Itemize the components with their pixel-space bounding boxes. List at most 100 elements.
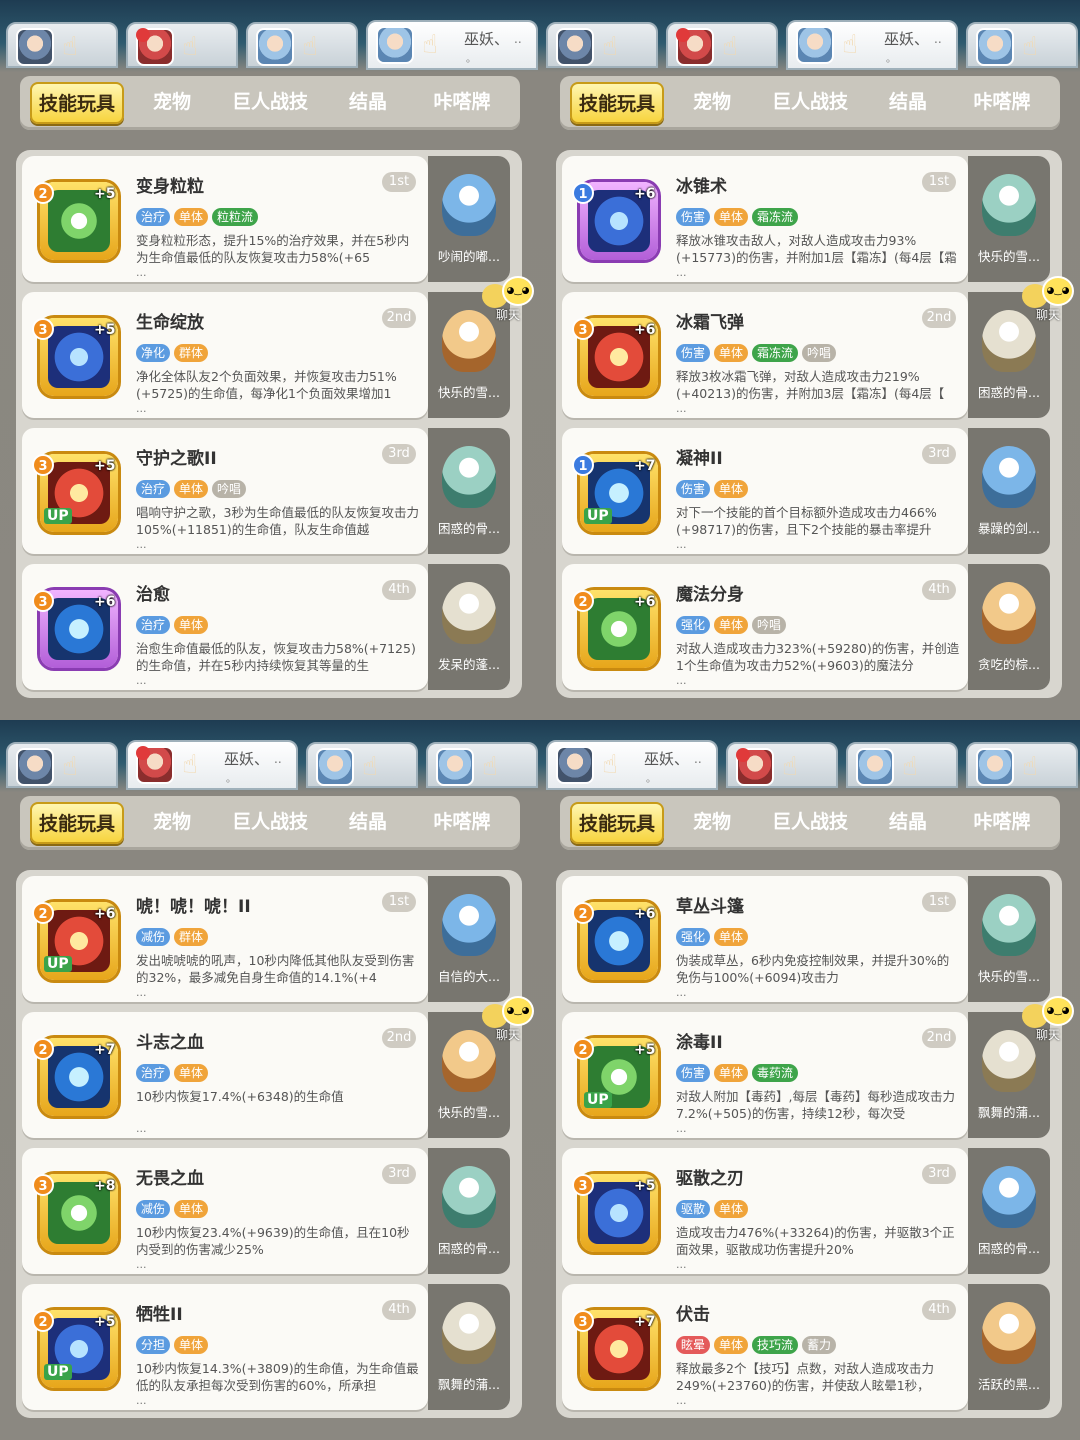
character-tab[interactable]: ☝ (546, 22, 658, 68)
pet-slot[interactable]: 暴躁的剑... (968, 428, 1050, 554)
skill-card[interactable]: 3 +5 驱散之刃 3rd 驱散 单体 造成攻击力476%(+33264)的伤害，并驱散3个… (562, 1148, 968, 1274)
nav-tab-card[interactable]: 咔嗒牌 (956, 796, 1048, 850)
skill-tag: 粒粒流 (212, 208, 259, 226)
chat-button[interactable]: ◕‿◕ 聊天 (470, 276, 534, 322)
character-tab[interactable]: ☝ 巫妖、.. 。 (366, 20, 538, 70)
skill-card[interactable]: 2 +6 草丛斗篷 1st 强化 单体 伪装成草丛，6秒内免疫控制效果，并提升30%的免伤与… (562, 876, 968, 1002)
notification-dot (736, 748, 750, 762)
nav-tab-pets[interactable]: 宠物 (132, 76, 212, 130)
nav-tab-giant-skills[interactable]: 巨人战技 (758, 76, 862, 130)
skill-card[interactable]: 2 +6 UP 唬！唬！唬！II 1st 减伤 群体 发出唬唬唬的吼声，10秒内降低其他队友受… (22, 876, 428, 1002)
pet-slot[interactable]: 困惑的骨... (428, 1148, 510, 1274)
character-tab[interactable]: ☝ (426, 742, 538, 788)
pet-name: 困惑的骨... (438, 1241, 500, 1256)
skill-card[interactable]: 3 +8 无畏之血 3rd 减伤 单体 10秒内恢复23.4%(+9639)的生命值，且在1… (22, 1148, 428, 1274)
nav-tab-giant-skills[interactable]: 巨人战技 (218, 76, 322, 130)
nav-tab-skill-toys[interactable]: 技能玩具 (30, 802, 124, 844)
character-tab[interactable]: ☝ (966, 742, 1078, 788)
nav-tab-giant-skills[interactable]: 巨人战技 (218, 796, 322, 850)
pet-slot[interactable]: 吵闹的嘟... (428, 156, 510, 282)
skill-tags: 眩晕 单体 技巧流 蓄力 (676, 1334, 840, 1354)
character-tab[interactable]: ☝ 巫妖、.. 。 (786, 20, 958, 70)
nav-tab-crystals[interactable]: 结晶 (868, 796, 948, 850)
character-tab[interactable]: ☝ (726, 742, 838, 788)
skill-tags: 伤害 单体 毒药流 (676, 1062, 802, 1082)
skill-description: 唱响守护之歌，3秒为生命值最低的队友恢复攻击力105%(+11851)的生命值，… (136, 505, 419, 537)
pet-slot[interactable]: 活跃的黑... (968, 1284, 1050, 1410)
nav-tab-crystals[interactable]: 结晶 (868, 76, 948, 130)
skill-card[interactable]: 2 +5 变身粒粒 1st 治疗 单体 粒粒流 变身粒粒形态，提升15%的治疗效果，并在5秒内… (22, 156, 428, 282)
pet-figure (982, 582, 1036, 644)
nav-tab-card[interactable]: 咔嗒牌 (956, 76, 1048, 130)
skill-card[interactable]: 3 +7 伏击 4th 眩晕 单体 技巧流 蓄力 释放最多2个【技巧】点数，对敌人造成攻击力24… (562, 1284, 968, 1410)
skill-card[interactable]: 2 +6 魔法分身 4th 强化 单体 吟唱 对敌人造成攻击力323%(+59280)的伤害，… (562, 564, 968, 690)
nav-tab-pets[interactable]: 宠物 (672, 76, 752, 130)
pet-slot[interactable]: 快乐的雪... (968, 156, 1050, 282)
nav-tab-card[interactable]: 咔嗒牌 (416, 796, 508, 850)
nav-tab-skill-toys[interactable]: 技能玩具 (570, 82, 664, 124)
character-tab[interactable]: ☝ (246, 22, 358, 68)
skill-plus-level: +5 (94, 458, 116, 474)
skill-card[interactable]: 2 +5 UP 牺牲II 4th 分担 单体 10秒内恢复14.3%(+3809)的生命值，为… (22, 1284, 428, 1410)
character-tab[interactable]: ☝ (6, 742, 118, 788)
character-tab[interactable]: ☝ (126, 22, 238, 68)
skill-card[interactable]: 1 +7 UP 凝神II 3rd 伤害 单体 对下一个技能的首个目标额外造成攻击力466%(+… (562, 428, 968, 554)
pet-slot[interactable]: 飘舞的蒲... (428, 1284, 510, 1410)
skill-tag: 伤害 (676, 208, 711, 226)
character-tab[interactable]: ☝ (846, 742, 958, 788)
skill-name: 治愈 (136, 585, 170, 605)
skill-tag: 单体 (714, 480, 749, 498)
character-tab[interactable]: ☝ 巫妖、.. 。 (546, 740, 718, 790)
skill-plus-level: +8 (94, 1178, 116, 1194)
chat-button[interactable]: ◕‿◕ 聊天 (470, 996, 534, 1042)
skill-plus-level: +6 (634, 594, 656, 610)
skill-tags: 净化 群体 (136, 342, 212, 362)
character-status-dot: 。 (466, 54, 476, 65)
chat-button[interactable]: ◕‿◕ 聊天 (1010, 996, 1074, 1042)
skill-card[interactable]: 3 +5 UP 守护之歌II 3rd 治疗 单体 吟唱 唱响守护之歌，3秒为生命值最低的队友恢复… (22, 428, 428, 554)
pet-slot[interactable]: 发呆的蓬... (428, 564, 510, 690)
pet-name: 快乐的雪... (438, 1105, 500, 1120)
nav-tab-pets[interactable]: 宠物 (672, 796, 752, 850)
pet-name: 发呆的蓬... (438, 657, 500, 672)
slot-rank-badge: 1st (382, 892, 416, 912)
skill-tag: 眩晕 (676, 1336, 711, 1354)
character-tab[interactable]: ☝ (306, 742, 418, 788)
nav-tab-skill-toys[interactable]: 技能玩具 (30, 82, 124, 124)
upgrade-badge: UP (44, 1364, 72, 1380)
pet-slot[interactable]: 贪吃的棕... (968, 564, 1050, 690)
chat-button[interactable]: ◕‿◕ 聊天 (1010, 276, 1074, 322)
character-tab[interactable]: ☝ (666, 22, 778, 68)
skill-level-badge: 1 (572, 454, 594, 476)
character-tab[interactable]: ☝ 巫妖、.. 。 (126, 740, 298, 790)
skill-name: 斗志之血 (136, 1033, 204, 1053)
pet-figure (442, 582, 496, 644)
skill-name: 无畏之血 (136, 1169, 204, 1189)
pet-slot[interactable]: 自信的大... (428, 876, 510, 1002)
skill-tag: 单体 (714, 616, 749, 634)
slot-rank-badge: 1st (382, 172, 416, 192)
nav-tab-crystals[interactable]: 结晶 (328, 796, 408, 850)
tap-hand-icon: ☝ (602, 32, 618, 62)
pet-slot[interactable]: 困惑的骨... (428, 428, 510, 554)
skill-tags: 伤害 单体 霜冻流 (676, 206, 802, 226)
skill-card[interactable]: 3 +6 冰霜飞弹 2nd 伤害 单体 霜冻流 吟唱 释放3枚冰霜飞弹，对敌人造成攻击力219%… (562, 292, 968, 418)
more-ellipsis: ... (676, 538, 687, 551)
pet-slot[interactable]: 快乐的雪... (968, 876, 1050, 1002)
character-tab-bar: ☝ ☝ 巫妖、.. 。 ☝ ☝ (0, 738, 540, 790)
character-tab[interactable]: ☝ (6, 22, 118, 68)
skill-card[interactable]: 3 +5 生命绽放 2nd 净化 群体 净化全体队友2个负面效果，并恢复攻击力51%(+57… (22, 292, 428, 418)
skill-card[interactable]: 2 +7 斗志之血 2nd 治疗 单体 10秒内恢复17.4%(+6348)的生命值... (22, 1012, 428, 1138)
skill-card[interactable]: 1 +6 冰锥术 1st 伤害 单体 霜冻流 释放冰锥攻击敌人，对敌人造成攻击力93%(+15… (562, 156, 968, 282)
nav-tab-skill-toys[interactable]: 技能玩具 (570, 802, 664, 844)
skill-card[interactable]: 3 +6 治愈 4th 治疗 单体 治愈生命值最低的队友，恢复攻击力58%(+7125)的生… (22, 564, 428, 690)
pet-name: 飘舞的蒲... (978, 1105, 1040, 1120)
nav-tab-pets[interactable]: 宠物 (132, 796, 212, 850)
pet-name: 困惑的骨... (978, 385, 1040, 400)
skill-card[interactable]: 2 +5 UP 涂毒II 2nd 伤害 单体 毒药流 对敌人附加【毒药】,每层【毒药】每秒造成攻… (562, 1012, 968, 1138)
nav-tab-card[interactable]: 咔嗒牌 (416, 76, 508, 130)
character-tab[interactable]: ☝ (966, 22, 1078, 68)
nav-tab-giant-skills[interactable]: 巨人战技 (758, 796, 862, 850)
pet-slot[interactable]: 困惑的骨... (968, 1148, 1050, 1274)
nav-tab-crystals[interactable]: 结晶 (328, 76, 408, 130)
